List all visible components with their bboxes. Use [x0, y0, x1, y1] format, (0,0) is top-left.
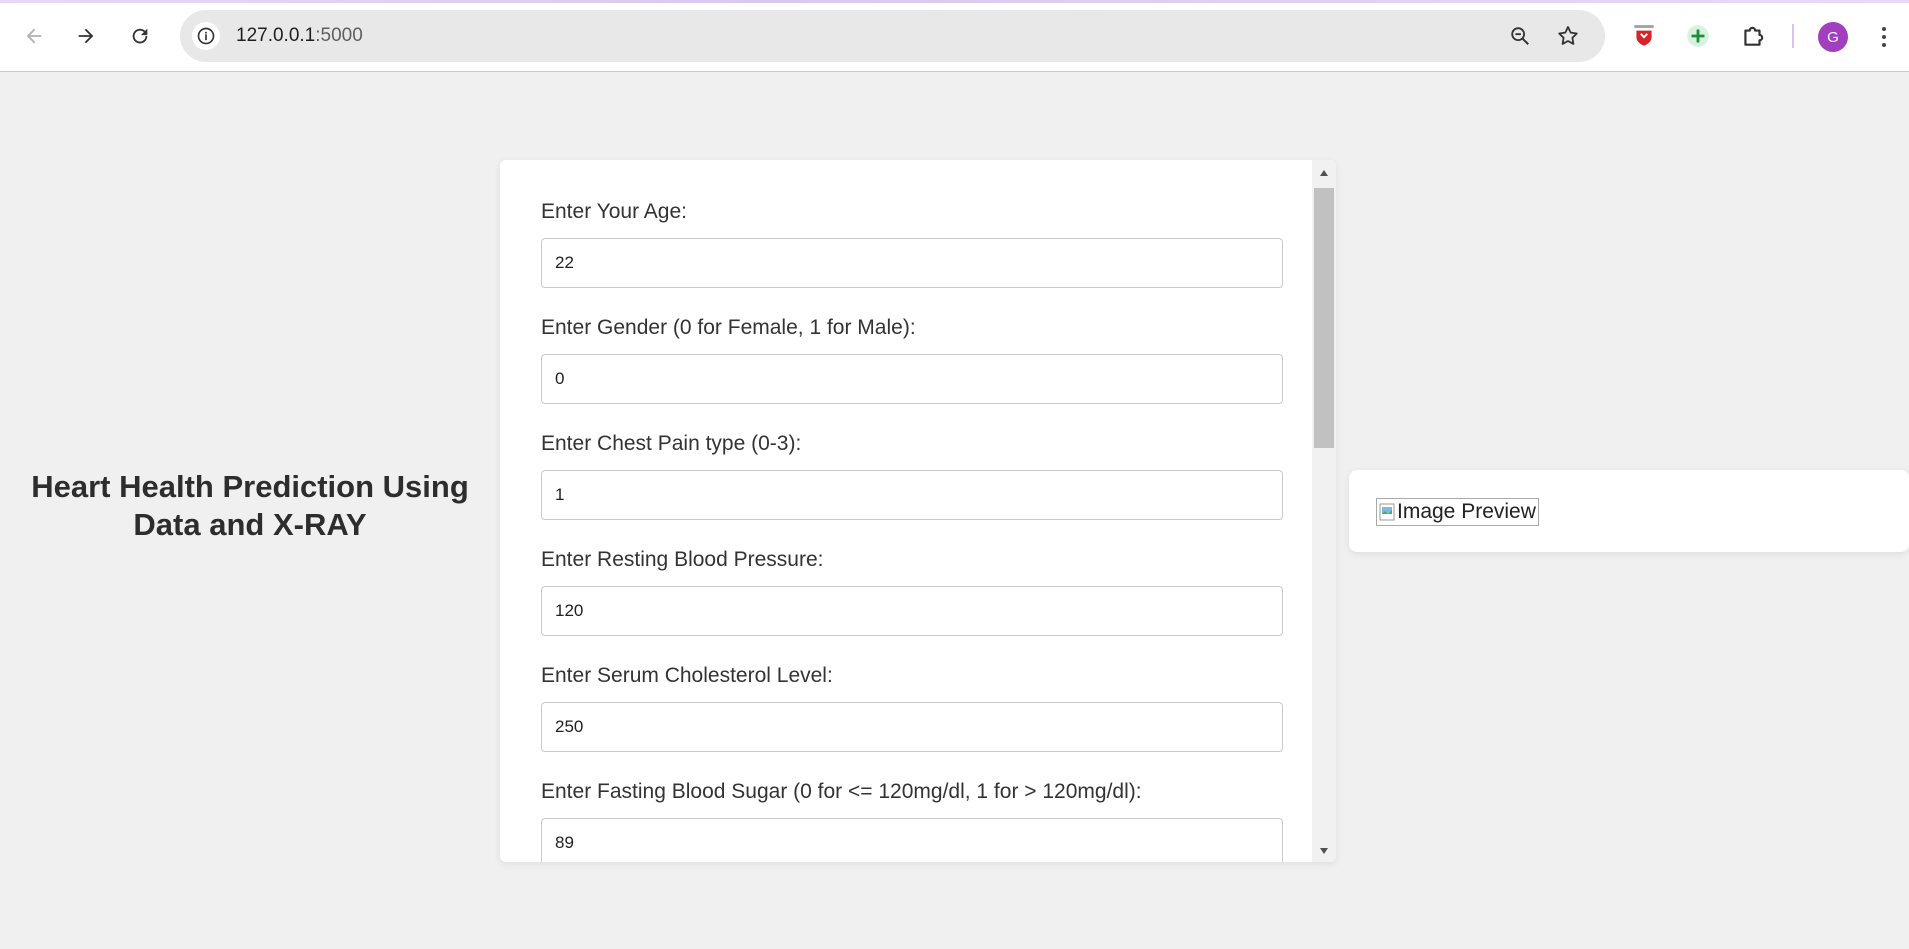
browser-toolbar: 127.0.0.1:5000 G	[0, 0, 1909, 72]
blood-pressure-input[interactable]	[541, 586, 1283, 636]
cholesterol-input[interactable]	[541, 702, 1283, 752]
url-text[interactable]: 127.0.0.1:5000	[236, 25, 363, 47]
arrow-left-icon	[26, 28, 42, 44]
site-info-button[interactable]	[192, 22, 220, 50]
field-blood-sugar: Enter Fasting Blood Sugar (0 for <= 120m…	[541, 780, 1283, 862]
blood-pressure-label: Enter Resting Blood Pressure:	[541, 548, 824, 571]
scroll-up-button[interactable]	[1312, 164, 1336, 182]
chest-pain-input[interactable]	[541, 470, 1283, 520]
shield-icon	[1634, 25, 1654, 46]
blood-sugar-label: Enter Fasting Blood Sugar (0 for <= 120m…	[541, 780, 1142, 803]
scroll-down-button[interactable]	[1312, 842, 1336, 860]
puzzle-icon	[1744, 26, 1764, 46]
image-preview-card: Image Preview	[1349, 470, 1909, 552]
reload-icon	[132, 28, 148, 44]
field-chest-pain: Enter Chest Pain type (0-3):	[541, 432, 1283, 520]
extension-add-button[interactable]	[1684, 22, 1712, 50]
reload-button[interactable]	[124, 20, 156, 52]
avatar-initial: G	[1827, 28, 1839, 46]
triangle-up-icon	[1320, 170, 1328, 176]
image-preview: Image Preview	[1376, 498, 1539, 526]
browser-menu-button[interactable]	[1874, 22, 1894, 52]
plus-icon	[1687, 25, 1709, 47]
gender-input[interactable]	[541, 354, 1283, 404]
page-title: Heart Health Prediction Using Data and X…	[31, 469, 469, 542]
prediction-form: Enter Your Age: Enter Gender (0 for Fema…	[500, 160, 1336, 862]
scroll-thumb[interactable]	[1314, 188, 1334, 448]
star-icon	[1558, 26, 1578, 45]
back-button[interactable]	[18, 20, 50, 52]
broken-image-icon	[1379, 503, 1395, 521]
tab-strip-accent	[0, 0, 1909, 3]
age-input[interactable]	[541, 238, 1283, 288]
url-host: 127.0.0.1	[236, 25, 316, 46]
triangle-down-icon	[1320, 848, 1328, 854]
extensions-button[interactable]	[1739, 22, 1767, 50]
form-fields: Enter Your Age: Enter Gender (0 for Fema…	[541, 200, 1283, 862]
menu-dot-icon	[1882, 35, 1886, 39]
field-gender: Enter Gender (0 for Female, 1 for Male):	[541, 316, 1283, 404]
address-bar[interactable]: 127.0.0.1:5000	[180, 10, 1605, 62]
zoom-button[interactable]	[1508, 24, 1532, 48]
image-preview-alt: Image Preview	[1397, 500, 1536, 523]
bookmark-button[interactable]	[1556, 24, 1580, 48]
forward-button[interactable]	[70, 20, 102, 52]
extension-shield-button[interactable]	[1630, 22, 1658, 50]
field-cholesterol: Enter Serum Cholesterol Level:	[541, 664, 1283, 752]
menu-dot-icon	[1882, 43, 1886, 47]
arrow-right-icon	[78, 28, 94, 44]
form-scrollbar[interactable]	[1312, 160, 1336, 862]
toolbar-divider	[1792, 24, 1794, 48]
menu-dot-icon	[1882, 27, 1886, 31]
info-icon	[197, 27, 215, 45]
age-label: Enter Your Age:	[541, 200, 687, 223]
zoom-out-icon	[1511, 27, 1529, 45]
cholesterol-label: Enter Serum Cholesterol Level:	[541, 664, 833, 687]
gender-label: Enter Gender (0 for Female, 1 for Male):	[541, 316, 916, 339]
profile-avatar[interactable]: G	[1818, 22, 1848, 52]
blood-sugar-input[interactable]	[541, 818, 1283, 862]
field-age: Enter Your Age:	[541, 200, 1283, 288]
url-port: :5000	[315, 25, 363, 46]
field-blood-pressure: Enter Resting Blood Pressure:	[541, 548, 1283, 636]
chest-pain-label: Enter Chest Pain type (0-3):	[541, 432, 802, 455]
